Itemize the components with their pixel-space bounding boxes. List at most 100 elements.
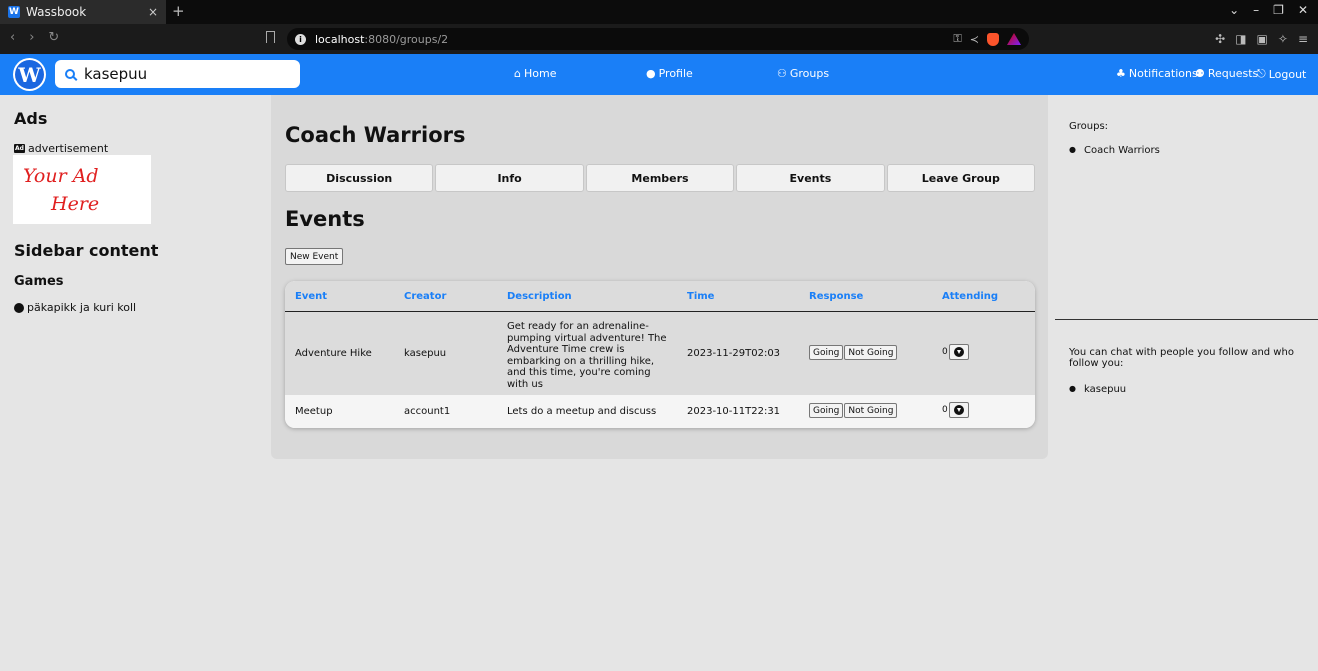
not-going-button[interactable]: Not Going <box>844 403 898 418</box>
ads-title: Ads <box>14 109 48 128</box>
bookmark-icon[interactable] <box>266 31 275 43</box>
nav-logout[interactable]: ⎋ Logout <box>1257 67 1306 81</box>
show-attendees-button[interactable] <box>948 344 969 360</box>
nav-profile[interactable]: ● Profile <box>646 67 693 80</box>
tab-members[interactable]: Members <box>585 164 735 192</box>
wallet-icon[interactable]: ▣ <box>1257 32 1268 46</box>
column-header-time[interactable]: Time <box>687 291 714 302</box>
tab-events[interactable]: Events <box>736 164 885 192</box>
events-table: Event Creator Description Time Response … <box>285 281 1035 428</box>
new-tab-icon[interactable]: + <box>172 2 185 20</box>
ad-handwriting: Your Ad Here <box>23 165 99 215</box>
response-buttons: Going Not Going <box>809 345 898 360</box>
share-icon[interactable]: ≺ <box>970 33 979 46</box>
nav-logout-label: Logout <box>1268 67 1307 81</box>
nav-groups-label: Groups <box>789 67 830 80</box>
window-controls: ⌄ – ❐ ✕ <box>1229 3 1308 17</box>
not-going-button[interactable]: Not Going <box>844 345 898 360</box>
face-icon <box>14 302 24 313</box>
bullet-icon: ● <box>1069 145 1076 154</box>
nav-home[interactable]: ⌂ Home <box>514 67 556 80</box>
tab-list-icon[interactable]: ⌄ <box>1229 3 1239 17</box>
table-header-row: Event Creator Description Time Response … <box>285 281 1035 312</box>
forward-icon[interactable]: › <box>29 30 34 45</box>
arrow-circle-down-icon <box>953 405 964 415</box>
chat-contact-item[interactable]: ● kasepuu <box>1069 384 1126 395</box>
event-name: Adventure Hike <box>295 348 372 359</box>
event-creator: account1 <box>404 406 451 417</box>
address-bar[interactable]: i localhost:8080/groups/2 ⚿ ≺ <box>287 28 1029 50</box>
chat-info-text: You can chat with people you follow and … <box>1069 347 1294 369</box>
bell-icon: ♣ <box>1116 67 1126 80</box>
maximize-icon[interactable]: ❐ <box>1273 3 1284 17</box>
search-input[interactable] <box>84 65 274 83</box>
column-header-creator[interactable]: Creator <box>404 291 446 302</box>
home-icon: ⌂ <box>514 67 521 80</box>
sidebar-toggle-icon[interactable]: ◨ <box>1235 32 1246 46</box>
tab-discussion[interactable]: Discussion <box>285 164 434 192</box>
brave-rewards-icon[interactable] <box>1007 33 1021 45</box>
games-title: Games <box>14 274 64 289</box>
bullet-icon: ● <box>1069 384 1076 393</box>
key-icon[interactable]: ⚿ <box>953 32 961 46</box>
browser-extension-icons: ✣ ◨ ▣ ✧ ≡ <box>1215 32 1308 46</box>
attending-count: 0 <box>942 405 948 415</box>
group-list-item[interactable]: ● Coach Warriors <box>1069 145 1160 156</box>
event-creator: kasepuu <box>404 348 447 359</box>
divider <box>1055 319 1318 320</box>
site-info-icon[interactable]: i <box>295 33 306 45</box>
sidebar-content-title: Sidebar content <box>14 241 159 260</box>
going-button[interactable]: Going <box>809 403 844 418</box>
minimize-icon[interactable]: – <box>1253 3 1259 17</box>
app-header: W ⌂ Home ● Profile ⚇ Groups ♣ Notificati… <box>0 54 1318 95</box>
ad-image[interactable]: Your Ad Here <box>13 155 151 224</box>
leo-ai-icon[interactable]: ✧ <box>1278 32 1288 46</box>
browser-tab[interactable]: W Wassbook × <box>0 0 166 24</box>
game-item-label: päkapikk ja kuri koll <box>27 301 137 314</box>
reload-icon[interactable]: ↻ <box>48 30 59 45</box>
game-item[interactable]: päkapikk ja kuri koll <box>14 301 136 314</box>
wassbook-logo[interactable]: W <box>13 58 46 91</box>
column-header-description[interactable]: Description <box>507 291 572 302</box>
nav-groups[interactable]: ⚇ Groups <box>777 67 829 80</box>
column-header-response[interactable]: Response <box>809 291 863 302</box>
tab-title: Wassbook <box>26 5 87 19</box>
back-icon[interactable]: ‹ <box>10 30 15 45</box>
new-event-button[interactable]: New Event <box>285 248 344 265</box>
show-attendees-button[interactable] <box>948 402 969 418</box>
main-panel: Coach Warriors Discussion Info Members E… <box>271 95 1048 459</box>
chat-contact-label: kasepuu <box>1083 384 1127 395</box>
column-header-attending[interactable]: Attending <box>942 291 998 302</box>
response-buttons: Going Not Going <box>809 403 898 418</box>
column-header-event[interactable]: Event <box>295 291 327 302</box>
tab-info[interactable]: Info <box>435 164 584 192</box>
browser-tab-bar: W Wassbook × + ⌄ – ❐ ✕ <box>0 0 1318 24</box>
leave-group-button[interactable]: Leave Group <box>886 164 1036 192</box>
group-title: Coach Warriors <box>285 123 466 147</box>
search-box[interactable] <box>55 60 300 88</box>
brave-shields-icon[interactable] <box>987 32 999 46</box>
nav-notifications[interactable]: ♣ Notifications <box>1116 67 1198 80</box>
event-description: Lets do a meetup and discuss <box>507 406 657 417</box>
attending-count: 0 <box>942 347 948 357</box>
table-row: Meetup account1 Lets do a meetup and dis… <box>285 395 1035 428</box>
close-tab-icon[interactable]: × <box>148 5 158 19</box>
url-path: :8080/groups/2 <box>364 32 449 46</box>
going-button[interactable]: Going <box>809 345 844 360</box>
requests-icon: ⚉ <box>1195 67 1205 80</box>
svg-text:Your Ad: Your Ad <box>23 165 99 187</box>
event-name: Meetup <box>295 406 333 417</box>
nav-requests[interactable]: ⚉ Requests <box>1195 67 1258 80</box>
url-host: localhost <box>315 32 365 46</box>
event-time: 2023-10-11T22:31 <box>687 406 781 417</box>
browser-nav-buttons: ‹ › ↻ <box>10 30 59 45</box>
extensions-icon[interactable]: ✣ <box>1215 32 1225 46</box>
events-title: Events <box>285 207 365 231</box>
logout-icon: ⎋ <box>1257 67 1266 80</box>
nav-requests-label: Requests <box>1207 67 1259 80</box>
close-window-icon[interactable]: ✕ <box>1298 3 1308 17</box>
nav-profile-label: Profile <box>658 67 693 80</box>
menu-icon[interactable]: ≡ <box>1298 32 1308 46</box>
search-icon <box>65 69 75 79</box>
nav-home-label: Home <box>523 67 557 80</box>
